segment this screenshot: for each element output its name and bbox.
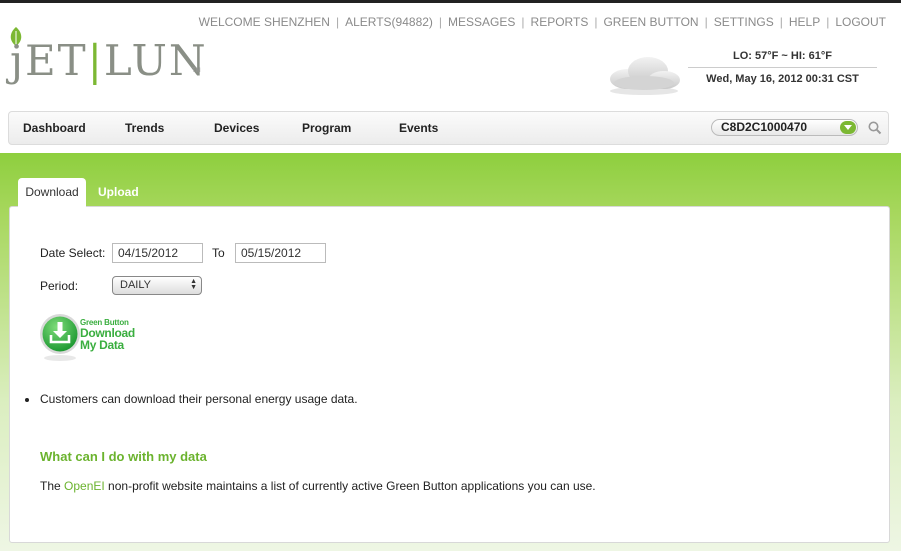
temperature-range: LO: 57°F ~ HI: 61°F: [688, 50, 877, 68]
bullet-text: Customers can download their personal en…: [40, 392, 358, 406]
green-button-label: Green Button Download My Data: [80, 318, 135, 352]
period-select[interactable]: DAILY ▲ ▼: [112, 276, 202, 295]
nav-dashboard[interactable]: Dashboard: [23, 121, 86, 135]
chevron-down-icon[interactable]: [840, 121, 856, 134]
help-link[interactable]: HELP: [789, 15, 820, 29]
period-value: DAILY: [120, 279, 151, 291]
device-select[interactable]: C8D2C1000470: [711, 119, 858, 136]
date-select-label: Date Select:: [40, 246, 106, 260]
current-datetime: Wed, May 16, 2012 00:31 CST: [706, 73, 859, 85]
date-from-input[interactable]: [112, 243, 203, 263]
top-links: WELCOME SHENZHEN | ALERTS(94882) | MESSAGES |…: [198, 15, 886, 29]
to-label: To: [212, 246, 225, 260]
spinner-arrows-icon: ▲ ▼: [190, 278, 197, 291]
list-item: Customers can download their personal en…: [25, 392, 358, 406]
device-value: C8D2C1000470: [721, 120, 808, 134]
nav-events[interactable]: Events: [399, 121, 438, 135]
download-icon: [40, 314, 80, 361]
alerts-link[interactable]: ALERTS(94882): [345, 15, 433, 29]
green-button-link[interactable]: GREEN BUTTON: [603, 15, 698, 29]
top-border: [0, 0, 901, 3]
tab-upload[interactable]: Upload: [98, 185, 139, 199]
nav-trends[interactable]: Trends: [125, 121, 164, 135]
logout-link[interactable]: LOGOUT: [835, 15, 886, 29]
main-nav: Dashboard Trends Devices Program Events …: [8, 111, 889, 145]
logo[interactable]: jET|LUN TM: [6, 26, 206, 86]
search-icon[interactable]: [868, 121, 882, 135]
nav-program[interactable]: Program: [302, 121, 351, 135]
tab-download[interactable]: Download: [18, 178, 86, 208]
trademark: TM: [192, 68, 201, 74]
logo-text: jET|LUN: [10, 36, 208, 85]
welcome-link[interactable]: WELCOME SHENZHEN: [199, 15, 330, 29]
nav-devices[interactable]: Devices: [214, 121, 259, 135]
openei-paragraph: The OpenEI non-profit website maintains …: [40, 479, 596, 493]
weather-panel: LO: 57°F ~ HI: 61°F Wed, May 16, 2012 00…: [688, 50, 877, 85]
section-title: What can I do with my data: [40, 449, 207, 464]
period-label: Period:: [40, 279, 79, 293]
reports-link[interactable]: REPORTS: [531, 15, 589, 29]
green-button-download[interactable]: Green Button Download My Data: [39, 312, 149, 364]
date-to-input[interactable]: [235, 243, 326, 263]
settings-link[interactable]: SETTINGS: [714, 15, 774, 29]
bullet-dot: [25, 398, 29, 402]
cloud-icon: [610, 57, 680, 95]
messages-link[interactable]: MESSAGES: [448, 15, 515, 29]
openei-link[interactable]: OpenEI: [64, 479, 105, 493]
